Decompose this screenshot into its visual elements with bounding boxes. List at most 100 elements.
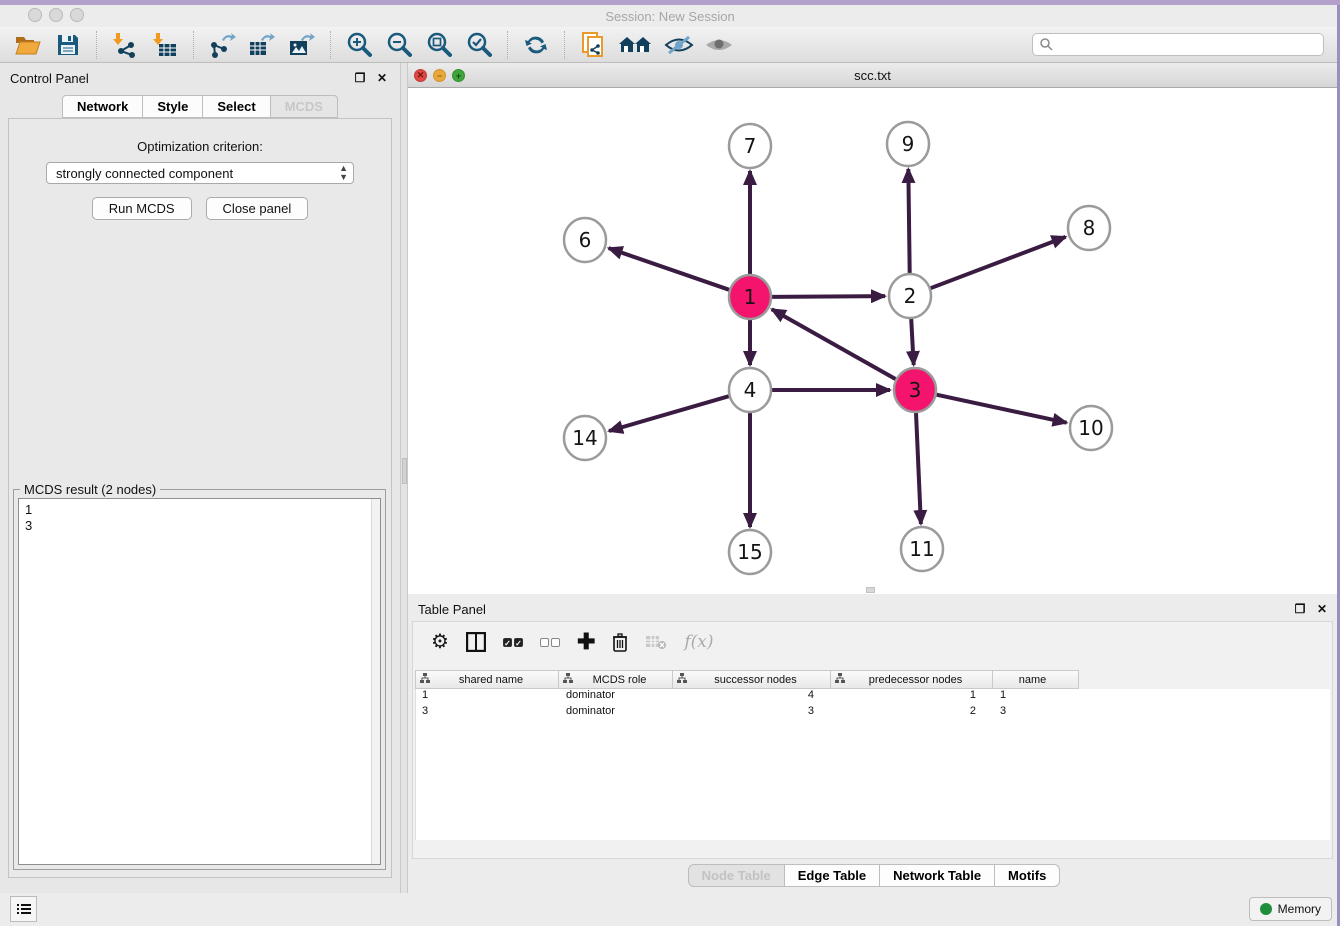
close-table-panel-icon[interactable]: ✕	[1314, 601, 1330, 617]
show-all-eye-icon[interactable]	[702, 29, 736, 61]
column-header-predecessor-nodes[interactable]: predecessor nodes	[831, 670, 993, 689]
cell-MCDS-role[interactable]: dominator	[560, 705, 674, 721]
cell-shared-name[interactable]: 3	[416, 705, 560, 721]
graph-node-label-14: 14	[572, 426, 597, 450]
optimization-criterion-select[interactable]: strongly connected component ▲▼	[46, 162, 354, 184]
tab-select[interactable]: Select	[203, 95, 270, 118]
graph-edge-3-1[interactable]	[772, 309, 896, 379]
network-minimize-button[interactable]: −	[433, 69, 446, 82]
result-scrollbar[interactable]	[371, 499, 380, 864]
column-header-MCDS-role[interactable]: MCDS role	[559, 670, 673, 689]
column-header-label: name	[993, 674, 1078, 686]
tab-network-table[interactable]: Network Table	[880, 864, 995, 887]
control-panel-tabs: Network Style Select MCDS	[0, 95, 400, 119]
graph-edge-2-3[interactable]	[911, 318, 914, 365]
minimize-window-button[interactable]	[49, 8, 63, 22]
graph-edge-4-14[interactable]	[609, 396, 729, 431]
export-image-icon[interactable]	[285, 29, 319, 61]
table-panel-tabs: Node Table Edge Table Network Table Moti…	[408, 864, 1340, 887]
graph-node-label-4: 4	[744, 378, 757, 402]
table-row-2[interactable]: 3dominator323	[416, 705, 1330, 721]
memory-status-dot	[1260, 903, 1272, 915]
tab-style[interactable]: Style	[143, 95, 203, 118]
panel-split-divider[interactable]	[400, 63, 408, 893]
hierarchy-icon	[420, 673, 430, 686]
select-all-columns-icon[interactable]: ✓✓	[503, 630, 523, 654]
canvas-splitter-handle[interactable]	[866, 587, 875, 593]
column-header-name[interactable]: name	[993, 670, 1079, 689]
graph-edge-1-2[interactable]	[772, 296, 885, 297]
tab-node-table[interactable]: Node Table	[688, 864, 785, 887]
cell-shared-name[interactable]: 1	[416, 689, 560, 705]
graph-edge-2-9[interactable]	[908, 169, 909, 274]
task-history-button[interactable]	[10, 896, 37, 922]
close-window-button[interactable]	[28, 8, 42, 22]
network-window-titlebar: ✕ − + scc.txt	[408, 63, 1337, 88]
divider-grip[interactable]	[402, 458, 407, 484]
zoom-in-icon[interactable]	[342, 29, 376, 61]
new-network-from-selection-icon[interactable]	[576, 29, 610, 61]
table-row-1[interactable]: 1dominator411	[416, 689, 1330, 705]
combo-stepper-icon: ▲▼	[339, 164, 348, 182]
close-panel-button[interactable]: Close panel	[206, 197, 309, 220]
graph-edge-2-8[interactable]	[931, 237, 1066, 288]
delete-column-trash-icon[interactable]	[612, 630, 628, 654]
graph-node-label-11: 11	[909, 537, 934, 561]
run-mcds-button[interactable]: Run MCDS	[92, 197, 192, 220]
control-panel-title: Control Panel	[10, 71, 346, 86]
export-network-icon[interactable]	[205, 29, 239, 61]
search-input[interactable]	[1032, 33, 1324, 56]
tab-edge-table[interactable]: Edge Table	[785, 864, 880, 887]
cell-predecessor-nodes[interactable]: 2	[832, 705, 994, 721]
network-zoom-button[interactable]: +	[452, 69, 465, 82]
open-session-icon[interactable]	[11, 29, 45, 61]
save-session-icon[interactable]	[51, 29, 85, 61]
float-table-panel-icon[interactable]: ❐	[1292, 601, 1308, 617]
tab-network[interactable]: Network	[62, 95, 143, 118]
control-panel-header: Control Panel ❐ ✕	[0, 63, 400, 93]
cell-name[interactable]: 1	[994, 689, 1080, 705]
deselect-all-columns-icon[interactable]	[540, 630, 560, 654]
graph-edge-3-11[interactable]	[916, 412, 921, 524]
float-panel-icon[interactable]: ❐	[352, 70, 368, 86]
graph-node-label-10: 10	[1078, 416, 1103, 440]
close-panel-icon[interactable]: ✕	[374, 70, 390, 86]
network-overview-houses-icon[interactable]	[616, 29, 656, 61]
zoom-fit-icon[interactable]	[422, 29, 456, 61]
network-graph-canvas[interactable]: 7968124314101511	[408, 88, 1337, 594]
list-icon	[17, 904, 31, 914]
window-titlebar: Session: New Session	[0, 5, 1340, 27]
table-panel: Table Panel ❐ ✕ ⚙ ✓✓ ✚	[408, 594, 1340, 893]
cell-predecessor-nodes[interactable]: 1	[832, 689, 994, 705]
mcds-result-box: 1 3	[18, 498, 381, 865]
cell-name[interactable]: 3	[994, 705, 1080, 721]
memory-button[interactable]: Memory	[1249, 897, 1332, 921]
hide-selected-eye-icon[interactable]	[662, 29, 696, 61]
graph-edge-3-10[interactable]	[937, 395, 1067, 423]
export-table-icon[interactable]	[245, 29, 279, 61]
import-table-icon[interactable]	[148, 29, 182, 61]
zoom-out-icon[interactable]	[382, 29, 416, 61]
network-close-button[interactable]: ✕	[414, 69, 427, 82]
table-settings-gear-icon[interactable]: ⚙	[431, 630, 449, 654]
node-table-header: shared name MCDS rolesuccessor nodesprede…	[415, 670, 1330, 689]
graph-edge-1-6[interactable]	[609, 248, 730, 290]
import-network-icon[interactable]	[108, 29, 142, 61]
column-chooser-icon[interactable]	[466, 630, 486, 654]
graph-node-label-8: 8	[1083, 216, 1096, 240]
cell-successor-nodes[interactable]: 4	[674, 689, 832, 705]
node-table: shared name MCDS rolesuccessor nodesprede…	[415, 670, 1330, 840]
add-column-icon[interactable]: ✚	[577, 630, 595, 654]
refresh-icon[interactable]	[519, 29, 553, 61]
zoom-window-button[interactable]	[70, 8, 84, 22]
column-header-shared-name[interactable]: shared name	[415, 670, 559, 689]
network-view-window: ✕ − + scc.txt 7968124314101511	[408, 63, 1337, 594]
column-header-label: MCDS role	[573, 674, 672, 686]
column-header-label: shared name	[430, 674, 558, 686]
cell-successor-nodes[interactable]: 3	[674, 705, 832, 721]
tab-mcds[interactable]: MCDS	[271, 95, 338, 118]
column-header-successor-nodes[interactable]: successor nodes	[673, 670, 831, 689]
zoom-selected-icon[interactable]	[462, 29, 496, 61]
cell-MCDS-role[interactable]: dominator	[560, 689, 674, 705]
tab-motifs[interactable]: Motifs	[995, 864, 1060, 887]
